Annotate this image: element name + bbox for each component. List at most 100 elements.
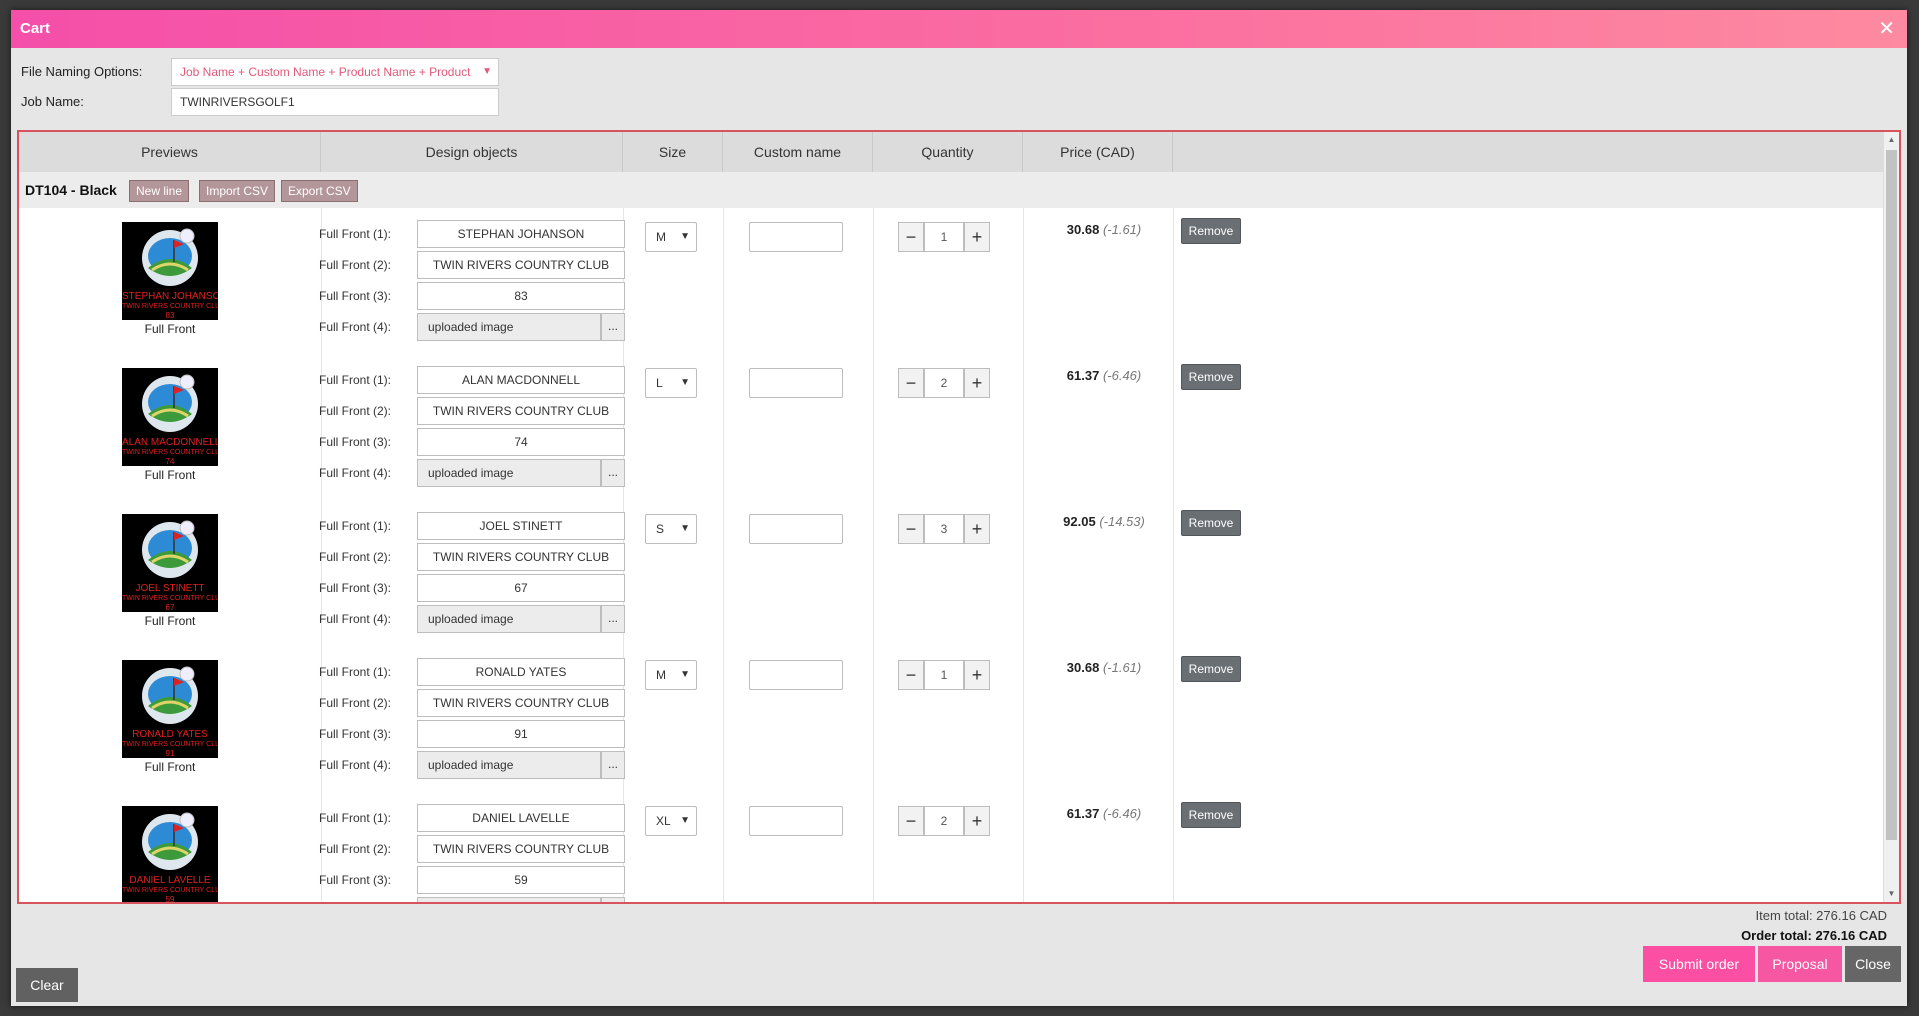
- price-discount: (-6.46): [1102, 806, 1142, 821]
- size-value: S: [656, 522, 665, 536]
- design-field-label: Full Front (1):: [319, 519, 392, 533]
- design-text-field[interactable]: 91: [417, 720, 625, 748]
- design-text-field[interactable]: DANIEL LAVELLE: [417, 804, 625, 832]
- design-text-field[interactable]: RONALD YATES: [417, 658, 625, 686]
- close-icon[interactable]: ✕: [1878, 10, 1895, 48]
- uploaded-image-field[interactable]: uploaded image: [417, 751, 601, 779]
- file-naming-label: File Naming Options:: [21, 64, 143, 79]
- quantity-input[interactable]: 2: [924, 368, 964, 398]
- design-text-field[interactable]: TWIN RIVERS COUNTRY CLUB: [417, 251, 625, 279]
- size-select[interactable]: XL ▼: [645, 806, 697, 836]
- scrollbar-thumb[interactable]: [1886, 150, 1897, 840]
- increment-button[interactable]: +: [964, 368, 990, 398]
- decrement-button[interactable]: −: [898, 368, 924, 398]
- preview-label: Full Front: [144, 322, 196, 336]
- browse-button[interactable]: [601, 897, 625, 902]
- design-text-field[interactable]: STEPHAN JOHANSON: [417, 220, 625, 248]
- remove-button[interactable]: Remove: [1181, 218, 1241, 244]
- preview-label: Full Front: [144, 614, 196, 628]
- uploaded-image-field[interactable]: uploaded image: [417, 605, 601, 633]
- design-field-label: Full Front (2):: [319, 258, 392, 272]
- design-preview: JOEL STINETT TWIN RIVERS COUNTRY CLUB 67: [122, 514, 218, 612]
- import-csv-button[interactable]: Import CSV: [199, 180, 276, 202]
- design-text-field[interactable]: 83: [417, 282, 625, 310]
- price-value: 30.68: [1066, 222, 1100, 237]
- decrement-button[interactable]: −: [898, 222, 924, 252]
- design-field-label: Full Front (1):: [319, 665, 392, 679]
- quantity-input[interactable]: 2: [924, 806, 964, 836]
- custom-name-input[interactable]: [749, 222, 843, 252]
- design-text-field[interactable]: 74: [417, 428, 625, 456]
- increment-button[interactable]: +: [964, 806, 990, 836]
- size-select[interactable]: M ▼: [645, 660, 697, 690]
- price-value: 30.68: [1066, 660, 1100, 675]
- preview-line-3: 74: [165, 457, 175, 466]
- design-text-field[interactable]: 67: [417, 574, 625, 602]
- quantity-input[interactable]: 3: [924, 514, 964, 544]
- scroll-down-icon[interactable]: ▼: [1884, 886, 1899, 902]
- quantity-input[interactable]: 1: [924, 660, 964, 690]
- cell-divider: [1023, 792, 1024, 902]
- cell-divider: [873, 646, 874, 792]
- proposal-button[interactable]: Proposal: [1758, 946, 1842, 982]
- remove-button[interactable]: Remove: [1181, 802, 1241, 828]
- cell-divider: [873, 208, 874, 354]
- size-value: L: [656, 376, 663, 390]
- submit-order-button[interactable]: Submit order: [1643, 946, 1755, 982]
- uploaded-image-field[interactable]: uploaded image: [417, 313, 601, 341]
- size-value: XL: [656, 814, 671, 828]
- remove-button[interactable]: Remove: [1181, 510, 1241, 536]
- design-field-label: Full Front (3):: [319, 873, 392, 887]
- preview-label: Full Front: [144, 468, 196, 482]
- new-line-button[interactable]: New line: [129, 180, 190, 202]
- order-total: Order total: 276.16 CAD: [1741, 928, 1887, 943]
- custom-name-input[interactable]: [749, 806, 843, 836]
- price-value: 92.05: [1063, 514, 1096, 529]
- file-naming-select[interactable]: Job Name + Custom Name + Product Name + …: [171, 58, 499, 86]
- size-select[interactable]: S ▼: [645, 514, 697, 544]
- uploaded-image-field[interactable]: uploaded image: [417, 459, 601, 487]
- preview-line-1: RONALD YATES: [132, 729, 208, 740]
- table-row: DANIEL LAVELLE TWIN RIVERS COUNTRY CLUB 59…: [19, 792, 1884, 902]
- browse-button[interactable]: ...: [601, 605, 625, 633]
- size-value: M: [656, 668, 666, 682]
- design-text-field[interactable]: TWIN RIVERS COUNTRY CLUB: [417, 835, 625, 863]
- design-text-field[interactable]: JOEL STINETT: [417, 512, 625, 540]
- browse-button[interactable]: ...: [601, 313, 625, 341]
- design-field-label: Full Front (2):: [319, 696, 392, 710]
- price-discount: (-1.61): [1102, 222, 1142, 237]
- remove-button[interactable]: Remove: [1181, 364, 1241, 390]
- file-naming-value: Job Name + Custom Name + Product Name + …: [180, 65, 471, 79]
- remove-button[interactable]: Remove: [1181, 656, 1241, 682]
- clear-button[interactable]: Clear: [16, 968, 78, 1002]
- increment-button[interactable]: +: [964, 514, 990, 544]
- design-preview: STEPHAN JOHANSON TWIN RIVERS COUNTRY CLUB…: [122, 222, 218, 320]
- golf-logo-icon: [142, 520, 198, 578]
- increment-button[interactable]: +: [964, 660, 990, 690]
- custom-name-input[interactable]: [749, 514, 843, 544]
- design-text-field[interactable]: ALAN MACDONNELL: [417, 366, 625, 394]
- vertical-scrollbar[interactable]: ▲ ▼: [1883, 132, 1899, 902]
- browse-button[interactable]: ...: [601, 751, 625, 779]
- increment-button[interactable]: +: [964, 222, 990, 252]
- design-field-label: Full Front (4):: [319, 897, 391, 902]
- close-button[interactable]: Close: [1845, 946, 1901, 982]
- job-name-input[interactable]: TWINRIVERSGOLF1: [171, 88, 499, 116]
- export-csv-button[interactable]: Export CSV: [281, 180, 358, 202]
- quantity-input[interactable]: 1: [924, 222, 964, 252]
- decrement-button[interactable]: −: [898, 660, 924, 690]
- design-text-field[interactable]: 59: [417, 866, 625, 894]
- browse-button[interactable]: ...: [601, 459, 625, 487]
- size-select[interactable]: L ▼: [645, 368, 697, 398]
- design-text-field[interactable]: TWIN RIVERS COUNTRY CLUB: [417, 397, 625, 425]
- uploaded-image-field[interactable]: [417, 897, 601, 902]
- scroll-up-icon[interactable]: ▲: [1884, 132, 1899, 148]
- size-select[interactable]: M ▼: [645, 222, 697, 252]
- design-text-field[interactable]: TWIN RIVERS COUNTRY CLUB: [417, 689, 625, 717]
- decrement-button[interactable]: −: [898, 514, 924, 544]
- design-preview: DANIEL LAVELLE TWIN RIVERS COUNTRY CLUB 59: [122, 806, 218, 902]
- decrement-button[interactable]: −: [898, 806, 924, 836]
- design-text-field[interactable]: TWIN RIVERS COUNTRY CLUB: [417, 543, 625, 571]
- custom-name-input[interactable]: [749, 660, 843, 690]
- custom-name-input[interactable]: [749, 368, 843, 398]
